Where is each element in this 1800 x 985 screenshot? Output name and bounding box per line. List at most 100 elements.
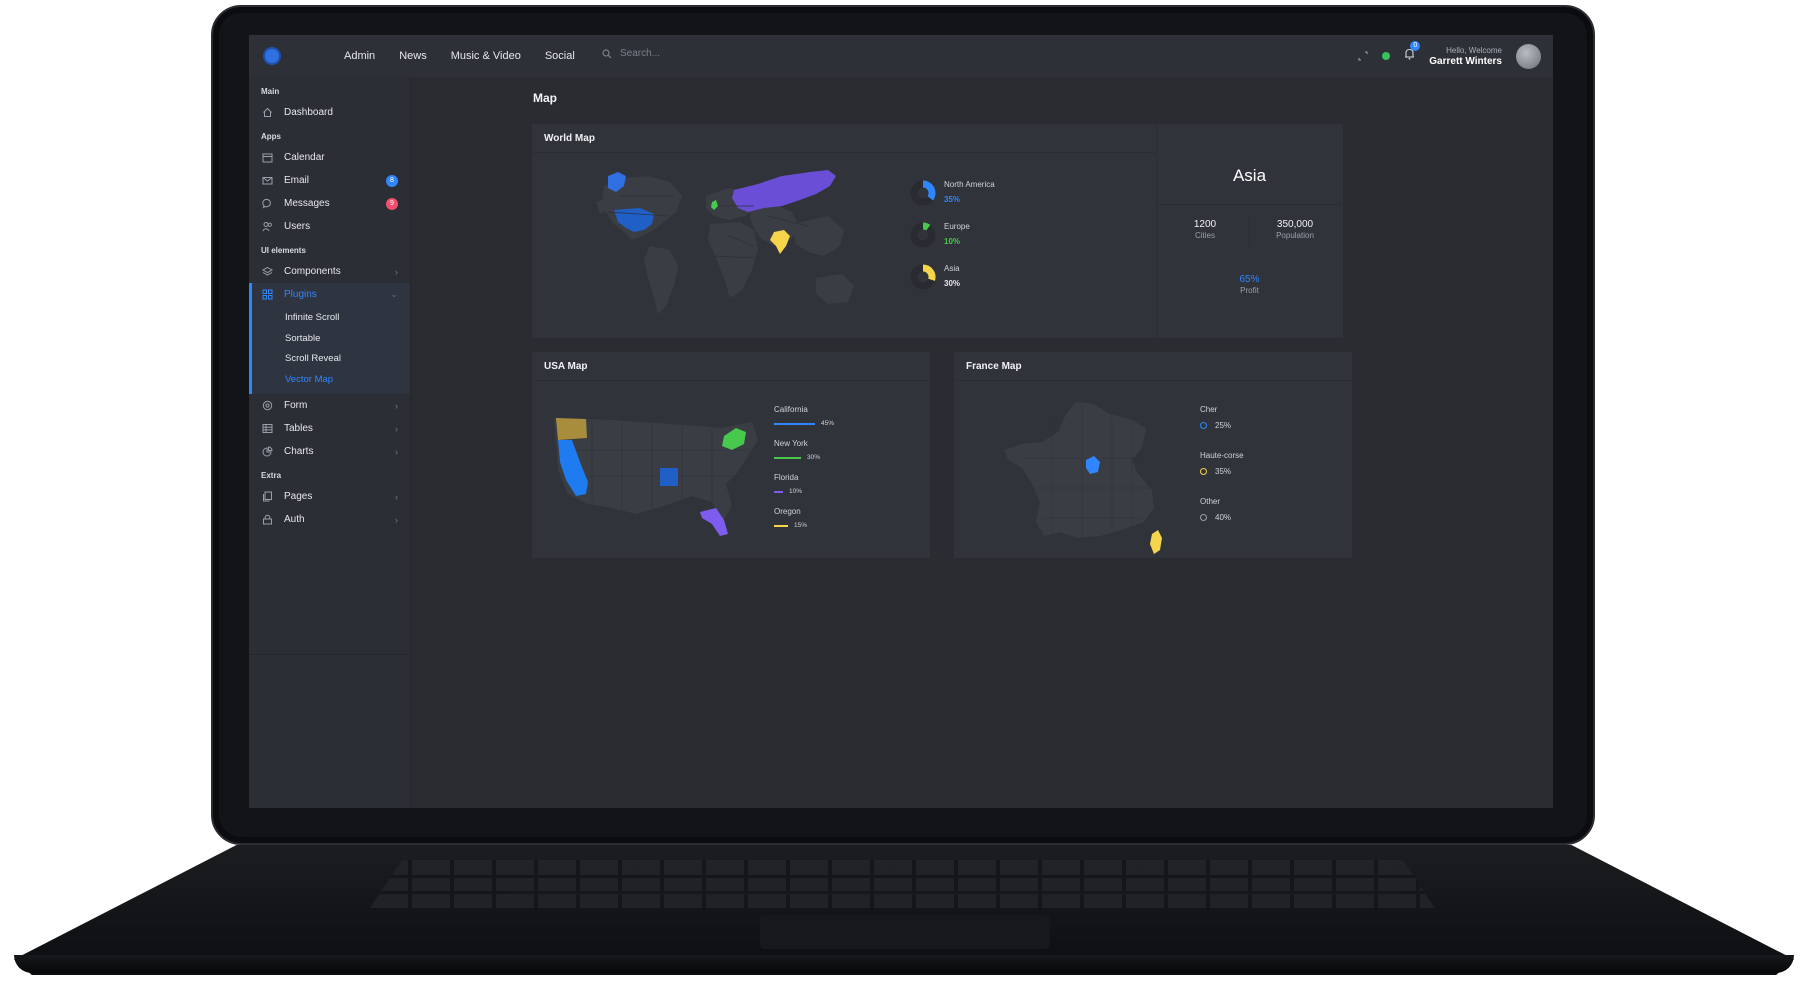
section-extra: Extra — [261, 471, 282, 480]
submenu-item-vector-map[interactable]: Vector Map — [249, 370, 410, 391]
stat-value: 65% — [1239, 274, 1260, 285]
legend-label: New York — [774, 439, 808, 448]
sidebar-item-tables[interactable]: Tables › — [249, 417, 410, 440]
stat-value: 350,000 — [1276, 219, 1314, 230]
page-title: Map — [533, 91, 557, 105]
card-title: World Map — [544, 133, 595, 144]
sidebar-item-plugins[interactable]: Plugins ⌄ — [249, 283, 410, 306]
sidebar-item-users[interactable]: Users — [249, 215, 410, 238]
laptop-frame: Admin News Music & Video Social Search..… — [0, 0, 1800, 985]
submenu-item-infinite-scroll[interactable]: Infinite Scroll — [249, 308, 410, 329]
stat-label: Profit — [1240, 286, 1259, 295]
sidebar-item-label: Components — [284, 266, 341, 277]
avatar[interactable] — [1516, 43, 1541, 69]
sidebar-item-label: Users — [284, 221, 311, 232]
sidebar-item-components[interactable]: Components › — [249, 260, 410, 283]
sidebar-divider — [249, 654, 410, 655]
legend-percent: 40% — [1215, 513, 1232, 522]
legend-new-york: New York 30% — [774, 439, 904, 461]
search-input[interactable] — [620, 48, 780, 59]
card-header-divider — [954, 380, 1352, 381]
chevron-down-icon: ⌄ — [390, 289, 398, 299]
stat-cities: 1200 Cities — [1183, 219, 1227, 240]
plugins-submenu: Infinite Scroll Sortable Scroll Reveal V… — [249, 306, 410, 394]
sidebar-item-charts[interactable]: Charts › — [249, 440, 410, 463]
pie-chart-icon — [261, 446, 273, 458]
usa-vector-map[interactable] — [552, 410, 762, 540]
europe-donut — [910, 222, 936, 248]
notifications[interactable]: 0 — [1404, 41, 1421, 65]
card-header-divider — [532, 152, 1156, 153]
nav-music-video[interactable]: Music & Video — [451, 50, 521, 62]
legend-percent: 15% — [794, 522, 808, 529]
nav-news[interactable]: News — [399, 50, 427, 62]
stat-profit: 65% Profit — [1157, 274, 1342, 295]
stat-population: 350,000 Population — [1265, 219, 1325, 240]
new-york-bar — [774, 456, 801, 459]
sidebar-item-form[interactable]: Form › — [249, 394, 410, 417]
grid-icon — [261, 289, 273, 301]
messages-count-badge: 9 — [386, 197, 398, 210]
calendar-icon — [261, 152, 273, 164]
laptop-base-edge — [14, 955, 1794, 973]
legend-north-america: North America 35% — [910, 180, 995, 206]
sidebar-item-email[interactable]: Email 8 — [249, 169, 410, 192]
legend-percent: 35% — [1215, 467, 1232, 476]
submenu-item-scroll-reveal[interactable]: Scroll Reveal — [249, 349, 410, 370]
welcome-text: Hello, Welcome — [1446, 45, 1502, 55]
nav-social[interactable]: Social — [545, 50, 575, 62]
sidebar-item-label: Pages — [284, 491, 313, 502]
legend-percent: 35% — [944, 195, 961, 204]
sidebar-item-pages[interactable]: Pages › — [249, 485, 410, 508]
chevron-right-icon: › — [395, 491, 398, 502]
sidebar-item-calendar[interactable]: Calendar — [249, 146, 410, 169]
fullscreen-icon[interactable] — [1358, 51, 1368, 61]
nav-admin[interactable]: Admin — [344, 50, 375, 62]
sidebar-item-label: Form — [284, 400, 308, 411]
california-bar — [774, 422, 815, 425]
top-bar: Admin News Music & Video Social Search..… — [249, 35, 1553, 77]
north-america-donut — [910, 180, 936, 206]
sidebar-item-auth[interactable]: Auth › — [249, 508, 410, 531]
florida-bar — [774, 490, 783, 493]
search-box — [602, 48, 780, 59]
usa-map-card: USA Map California 45% New York 30% Flor… — [532, 352, 930, 558]
app-logo[interactable] — [265, 49, 279, 63]
legend-europe: Europe 10% — [910, 222, 970, 248]
laptop-trackpad — [760, 915, 1050, 949]
top-bar-right: 0 Hello, Welcome Garrett Winters — [1358, 35, 1541, 77]
legend-haute-corse: Haute-corse 35% — [1200, 451, 1244, 476]
section-ui-elements: UI elements — [261, 246, 306, 255]
sidebar-item-label: Email — [284, 175, 310, 186]
section-apps: Apps — [261, 132, 281, 141]
legend-label: Haute-corse — [1200, 451, 1244, 460]
user-name: Garrett Winters — [1429, 55, 1502, 67]
sidebar-item-label: Plugins — [284, 289, 317, 300]
notification-badge: 0 — [1410, 41, 1421, 51]
world-vector-map[interactable] — [578, 166, 868, 326]
user-greeting: Hello, Welcome Garrett Winters — [1429, 46, 1502, 67]
legend-label: Other — [1200, 497, 1221, 506]
top-nav: Admin News Music & Video Social — [344, 35, 575, 77]
sidebar-item-dashboard[interactable]: Dashboard — [249, 101, 410, 124]
sidebar-item-messages[interactable]: Messages 9 — [249, 192, 410, 215]
stat-label: Cities — [1194, 231, 1215, 240]
region-name: Asia — [1232, 166, 1267, 185]
legend-label: California — [774, 405, 808, 414]
mail-icon — [261, 175, 273, 187]
legend-florida: Florida 10% — [774, 473, 904, 495]
card-title: USA Map — [544, 361, 588, 372]
chevron-right-icon: › — [395, 266, 398, 277]
legend-label: Europe — [944, 222, 970, 231]
submenu-item-sortable[interactable]: Sortable — [249, 329, 410, 350]
table-icon — [261, 423, 273, 435]
legend-percent: 10% — [944, 237, 961, 246]
france-vector-map[interactable] — [1002, 398, 1172, 558]
legend-oregon: Oregon 15% — [774, 507, 904, 529]
legend-label: Florida — [774, 473, 799, 482]
chat-icon — [261, 198, 273, 210]
region-detail-panel: Asia 1200 Cities 350,000 Population 65% … — [1156, 124, 1342, 338]
sidebar-item-label: Tables — [284, 423, 313, 434]
legend-percent: 10% — [789, 488, 803, 495]
online-status-icon — [1382, 52, 1391, 60]
